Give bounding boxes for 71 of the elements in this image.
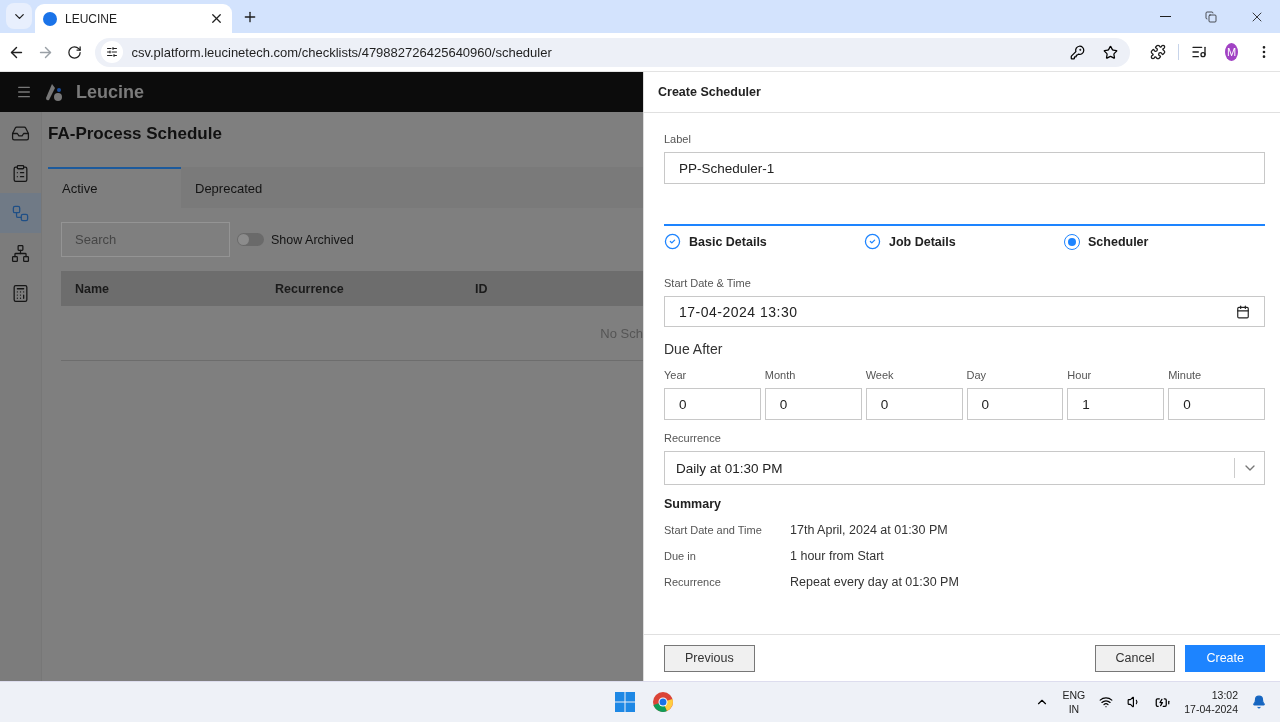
field-label: Minute xyxy=(1168,369,1203,381)
profile-avatar[interactable]: M xyxy=(1225,43,1238,61)
field-label: Label xyxy=(664,133,692,145)
logo-icon xyxy=(44,82,64,102)
media-icon[interactable] xyxy=(1191,44,1208,60)
step-label: Basic Details xyxy=(689,234,767,249)
clock[interactable]: 13:02 17-04-2024 xyxy=(1184,688,1238,716)
minimize-icon xyxy=(1159,16,1171,17)
search-field[interactable]: Search xyxy=(61,222,230,257)
close-tab-button[interactable] xyxy=(209,11,224,26)
url-text: csv.platform.leucinetech.com/checklists/479882726425640960/scheduler xyxy=(131,44,553,60)
page-title: FA-Process Schedule xyxy=(48,124,223,145)
summary-title: Summary xyxy=(664,497,722,511)
step-label: Job Details xyxy=(889,234,956,249)
bookmark-star-icon[interactable] xyxy=(1103,44,1119,60)
recurrence-select[interactable]: Daily at 01:30 PM xyxy=(664,451,1265,485)
windows-start-button[interactable] xyxy=(612,689,638,715)
calendar-icon[interactable] xyxy=(1236,304,1250,319)
summary-value: 17th April, 2024 at 01:30 PM xyxy=(790,523,949,537)
address-bar[interactable]: csv.platform.leucinetech.com/checklists/479882726425640960/scheduler xyxy=(95,37,1131,67)
date-time-field[interactable]: 17-04-2024 13:30 xyxy=(664,296,1265,327)
column-header: Name xyxy=(75,281,111,296)
flow-icon xyxy=(11,203,30,223)
column-header: ID xyxy=(475,281,489,296)
clipboard-icon xyxy=(11,163,30,183)
previous-button[interactable]: Previous xyxy=(664,644,755,672)
section-title: Due After xyxy=(664,341,724,357)
language-indicator[interactable]: ENG IN xyxy=(1062,688,1086,716)
number-input[interactable]: 1 xyxy=(1067,388,1165,420)
browser-taskbar-button[interactable] xyxy=(650,689,676,715)
column-header: Recurrence xyxy=(275,281,345,296)
create-button[interactable]: Create xyxy=(1185,644,1265,672)
favicon-icon xyxy=(43,11,57,26)
field-label: Hour xyxy=(1067,369,1093,381)
tab-title: LEUCINE xyxy=(65,11,118,26)
hierarchy-icon xyxy=(11,243,30,263)
new-tab-button[interactable] xyxy=(242,9,258,25)
browser-tab[interactable]: LEUCINE xyxy=(35,4,232,33)
field-label: Recurrence xyxy=(664,432,722,444)
step-label: Scheduler xyxy=(1088,234,1149,249)
wifi-icon[interactable] xyxy=(1099,695,1114,709)
label-input[interactable]: PP-Scheduler-1 xyxy=(664,152,1265,184)
site-settings-icon[interactable] xyxy=(101,41,124,63)
summary-value: 1 hour from Start xyxy=(790,549,885,563)
extensions-icon[interactable] xyxy=(1150,44,1167,60)
page-tab[interactable]: Active xyxy=(48,167,181,208)
archived-toggle[interactable] xyxy=(237,233,264,246)
toggle-label: Show Archived xyxy=(271,232,354,247)
calculator-icon xyxy=(11,283,30,303)
notification-bell-icon[interactable] xyxy=(1252,695,1266,709)
field-label: Week xyxy=(865,369,895,381)
summary-label: Recurrence xyxy=(664,576,722,588)
summary-label: Start Date and Time xyxy=(664,524,763,536)
number-input[interactable]: 0 xyxy=(966,388,1064,420)
summary-label: Due in xyxy=(664,550,697,562)
field-label: Day xyxy=(966,369,988,381)
restore-icon xyxy=(1205,10,1217,23)
field-label: Month xyxy=(764,369,797,381)
number-input[interactable]: 0 xyxy=(865,388,963,420)
field-label: Start Date & Time xyxy=(664,277,752,289)
brand-name: Leucine xyxy=(76,81,145,103)
cancel-button[interactable]: Cancel xyxy=(1094,644,1176,672)
number-input[interactable]: 0 xyxy=(1168,388,1265,420)
tab-list-button[interactable] xyxy=(6,3,32,29)
summary-value: Repeat every day at 01:30 PM xyxy=(790,575,960,589)
field-label: Year xyxy=(664,369,688,381)
drawer-title: Create Scheduler xyxy=(658,85,761,99)
number-input[interactable]: 0 xyxy=(664,388,761,420)
number-input[interactable]: 0 xyxy=(764,388,862,420)
key-icon[interactable] xyxy=(1070,44,1086,60)
page-tab[interactable]: Deprecated xyxy=(181,167,314,208)
